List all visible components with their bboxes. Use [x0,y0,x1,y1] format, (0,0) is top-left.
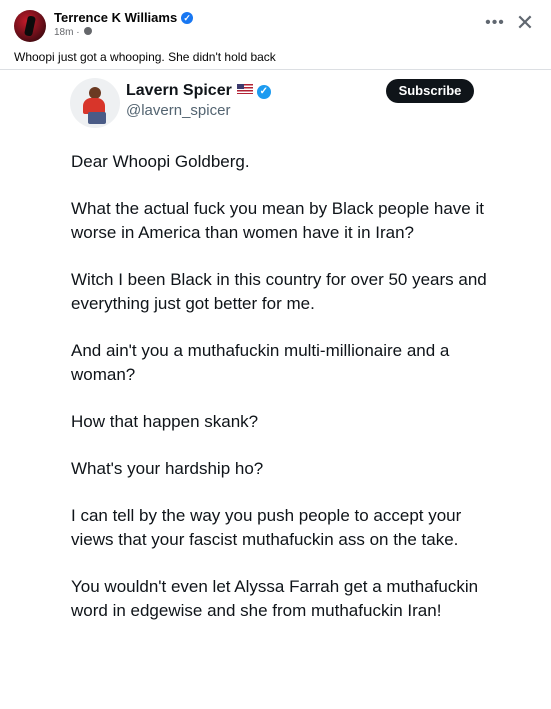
tweet-paragraph: Witch I been Black in this country for o… [71,270,487,313]
tweet-paragraph: And ain't you a muthafuckin multi-millio… [71,341,450,384]
tweet-paragraph: What the actual fuck you mean by Black p… [71,199,484,242]
post-author-name[interactable]: Terrence K Williams [54,10,177,25]
verified-badge-icon: ✓ [181,12,194,24]
tweet-paragraph: How that happen skank? [71,412,259,431]
twitter-verified-icon: ✓ [256,85,271,99]
post-author[interactable]: Terrence K Williams ✓ [54,10,194,25]
subscribe-button: Subscribe [386,79,474,103]
tweet-handle: @lavern_spicer [126,102,231,119]
tweet-paragraph: You wouldn't even let Alyssa Farrah get … [71,577,479,620]
shared-tweet-screenshot[interactable]: Lavern Spicer ✓ @lavern_spicer Subscribe … [0,69,551,709]
tweet-paragraph: I can tell by the way you push people to… [71,506,462,549]
post-header: Terrence K Williams ✓ 18m · ••• ✕ [0,0,551,44]
more-options-button[interactable]: ••• [482,12,508,38]
us-flag-icon [236,84,253,94]
tweet-avatar [70,78,120,128]
tweet-author: Lavern Spicer ✓ [126,82,271,100]
more-horizontal-icon: ••• [485,14,505,31]
tweet-paragraph: Dear Whoopi Goldberg. [71,152,250,171]
tweet-body: Dear Whoopi Goldberg. What the actual fu… [71,150,501,646]
author-avatar[interactable] [14,10,46,42]
tweet-paragraph: What's your hardship ho? [71,459,264,478]
tweet-author-name: Lavern Spicer [126,82,232,99]
post-meta: 18m · [54,27,93,38]
post-time[interactable]: 18m · [54,27,80,38]
close-icon: ✕ [515,10,535,35]
close-button[interactable]: ✕ [512,10,538,36]
privacy-icon[interactable] [84,27,93,35]
post-caption: Whoopi just got a whooping. She didn't h… [14,50,276,64]
